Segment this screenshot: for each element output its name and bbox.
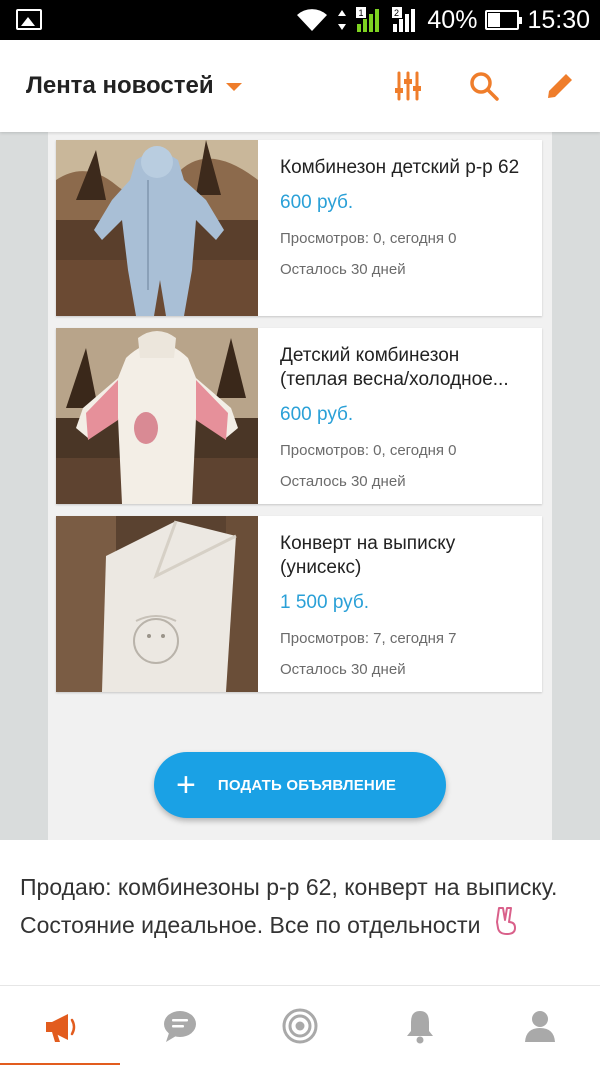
listing-card[interactable]: Комбинезон детский р-р 62 600 руб. Просм…	[56, 140, 542, 316]
post-description: Продаю: комбинезоны р-р 62, конверт на в…	[20, 868, 580, 947]
target-icon	[282, 1008, 318, 1044]
feed-column: Комбинезон детский р-р 62 600 руб. Просм…	[48, 132, 552, 840]
svg-text:1: 1	[359, 8, 364, 18]
nav-profile[interactable]	[480, 986, 600, 1065]
listing-remaining: Осталось 30 дней	[280, 473, 406, 490]
profile-icon	[525, 1011, 555, 1042]
listing-price: 600 руб.	[280, 404, 354, 425]
pencil-icon[interactable]	[542, 68, 578, 104]
listing-views: Просмотров: 0, сегодня 0	[280, 442, 457, 459]
listing-photo	[56, 328, 258, 504]
status-bar: 1 2 40% 15:30	[0, 0, 600, 40]
status-bar-right: 1 2 40% 15:30	[295, 4, 590, 36]
nav-feed[interactable]	[0, 986, 120, 1065]
listing-card[interactable]: Детский комбинезон (теплая весна/холодно…	[56, 328, 542, 504]
listing-views: Просмотров: 0, сегодня 0	[280, 230, 457, 247]
feed-selector[interactable]: Лента новостей	[26, 72, 242, 100]
search-icon[interactable]	[466, 68, 502, 104]
nav-notifications[interactable]	[360, 986, 480, 1065]
listing-views: Просмотров: 7, сегодня 7	[280, 630, 457, 647]
bottom-navigation	[0, 985, 600, 1065]
page-title: Лента новостей	[26, 72, 214, 99]
dropdown-caret-icon	[225, 83, 242, 91]
filter-sliders-icon[interactable]	[390, 68, 426, 104]
post-ad-label: ПОДАТЬ ОБЪЯВЛЕНИЕ	[217, 776, 397, 794]
plus-icon: +	[176, 766, 196, 804]
listing-title: Комбинезон детский р-р 62	[280, 157, 520, 178]
listing-remaining: Осталось 30 дней	[280, 261, 406, 278]
description-text: Продаю: комбинезоны р-р 62, конверт на в…	[20, 874, 558, 938]
svg-text:2: 2	[394, 8, 399, 18]
victory-hand-icon	[493, 906, 519, 947]
data-arrows-icon	[338, 10, 347, 30]
signal-sim1-icon: 1	[356, 7, 380, 32]
listing-remaining: Осталось 30 дней	[280, 661, 406, 678]
wifi-icon	[297, 9, 328, 31]
listing-price: 1 500 руб.	[280, 592, 370, 613]
listing-feed[interactable]: Комбинезон детский р-р 62 600 руб. Просм…	[0, 132, 600, 840]
chat-icon	[164, 1011, 196, 1042]
bell-icon	[407, 1011, 433, 1044]
nav-nearby[interactable]	[240, 986, 360, 1065]
app-bar: Лента новостей	[0, 40, 600, 132]
listing-title: Детский комбинезон (теплая весна/холодно…	[280, 345, 509, 390]
megaphone-icon	[46, 1014, 76, 1042]
post-ad-button[interactable]: + ПОДАТЬ ОБЪЯВЛЕНИЕ	[154, 752, 446, 818]
battery-percent: 40%	[427, 5, 478, 34]
listing-price: 600 руб.	[280, 192, 354, 213]
listing-title: Конверт на выписку (унисекс)	[280, 533, 456, 578]
listing-photo	[56, 140, 258, 316]
nav-messages[interactable]	[120, 986, 240, 1065]
listing-card[interactable]: Конверт на выписку (унисекс) 1 500 руб. …	[56, 516, 542, 692]
image-icon	[16, 9, 42, 30]
listing-photo	[56, 516, 258, 692]
clock: 15:30	[527, 5, 590, 34]
signal-sim2-icon: 2	[392, 7, 416, 32]
battery-icon	[485, 10, 523, 30]
